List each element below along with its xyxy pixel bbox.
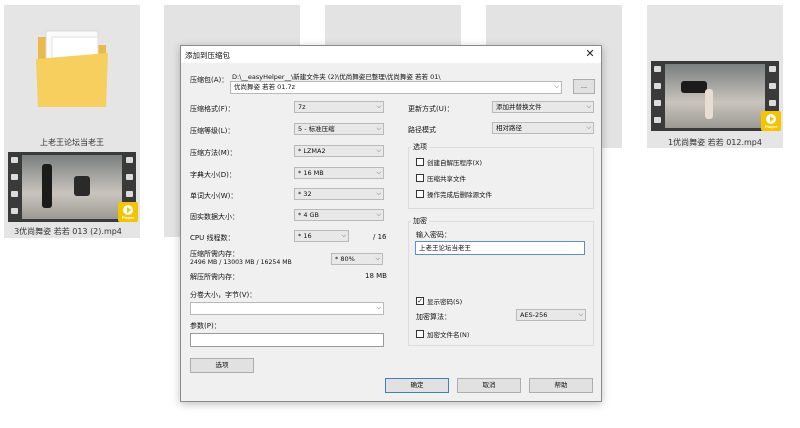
mem-usage-select[interactable]: * 80% ⌵ (331, 253, 383, 265)
player-icon: Player (118, 202, 138, 222)
solid-label: 固实数据大小： (190, 213, 239, 221)
solid-select[interactable]: * 4 GB ⌵ (294, 209, 384, 221)
path-label: 路径模式 (408, 126, 436, 134)
title-bar: 添加到压缩包 ✕ (181, 46, 601, 63)
level-label: 压缩等级(L)： (190, 127, 235, 135)
mem-decomp-value: 18 MB (365, 272, 387, 280)
player-icon: Player (761, 111, 781, 131)
password-label: 输入密码： (416, 231, 451, 239)
options-button[interactable]: 选项 (190, 358, 254, 373)
enc-method-select[interactable]: AES-256 ⌵ (516, 309, 586, 321)
params-label: 参数(P)： (190, 322, 221, 330)
word-select[interactable]: * 32 ⌵ (294, 188, 384, 200)
folder-tile[interactable]: 上老王论坛当老王 (4, 5, 140, 148)
method-select[interactable]: * LZMA2 ⌵ (294, 145, 384, 157)
mem-decomp-label: 解压所需内存： (190, 273, 239, 281)
update-label: 更新方式(U)： (408, 105, 454, 113)
cpu-select[interactable]: * 16 ⌵ (294, 230, 349, 242)
dict-label: 字典大小(D)： (190, 171, 236, 179)
video-file-name: 3优尚舞姿 若若 013 (2).mp4 (14, 227, 122, 236)
close-icon[interactable]: ✕ (584, 47, 596, 60)
browse-button[interactable]: ... (573, 79, 595, 94)
delete-after-checkbox[interactable]: 操作完成后删除源文件 (416, 189, 492, 199)
mem-comp-label: 压缩所需内存： (190, 250, 239, 258)
dict-select[interactable]: * 16 MB ⌵ (294, 167, 384, 179)
format-label: 压缩格式(F)： (190, 105, 235, 113)
split-combo[interactable]: ⌵ (190, 302, 384, 315)
ok-button[interactable]: 确定 (385, 378, 449, 393)
dialog-title: 添加到压缩包 (185, 51, 230, 60)
cancel-button[interactable]: 取消 (457, 378, 521, 393)
shared-checkbox[interactable]: 压缩共享文件 (416, 173, 466, 183)
path-select[interactable]: 相对路径 ⌵ (492, 122, 594, 134)
mem-comp-detail: 2496 MB / 13003 MB / 16254 MB (190, 259, 292, 266)
format-select[interactable]: 7z ⌵ (294, 101, 384, 113)
add-to-archive-dialog: 添加到压缩包 ✕ 压缩包(A)： D:\__easyHelper__\新建文件夹… (180, 45, 602, 402)
password-input[interactable]: 上老王论坛当老王 (415, 241, 585, 255)
video-tile[interactable]: Player 3优尚舞姿 若若 013 (2).mp4 (4, 148, 140, 238)
method-label: 压缩方法(M)： (190, 149, 237, 157)
folder-name: 上老王论坛当老王 (40, 138, 104, 147)
folder-icon (32, 23, 112, 113)
split-label: 分卷大小，字节(V)： (190, 291, 257, 299)
cpu-total: / 16 (373, 233, 387, 241)
sfx-checkbox[interactable]: 创建自解压程序(X) (416, 157, 482, 167)
encryption-group-title: 加密 (411, 216, 429, 226)
video-thumbnail: Player (651, 61, 781, 131)
video-thumbnail: Player (8, 152, 138, 222)
help-button[interactable]: 帮助 (529, 378, 593, 393)
show-password-checkbox[interactable]: ✓ 显示密码(S) (416, 296, 462, 306)
encrypt-names-checkbox[interactable]: 加密文件名(N) (416, 329, 469, 339)
params-input[interactable] (190, 333, 384, 347)
video-file-name: 1优尚舞姿 若若 012.mp4 (668, 138, 762, 147)
archive-label: 压缩包(A)： (190, 76, 229, 84)
video-tile-hidden[interactable] (325, 5, 461, 45)
level-select[interactable]: 5 - 标准压缩 ⌵ (294, 123, 384, 135)
update-select[interactable]: 添加并替换文件 ⌵ (492, 101, 594, 113)
archive-name-combo[interactable]: 优尚舞姿 若若 01.7z ⌵ (230, 81, 562, 94)
options-group-title: 选项 (411, 142, 429, 152)
word-label: 单词大小(W)： (190, 192, 238, 200)
enc-method-label: 加密算法： (416, 313, 451, 321)
video-tile[interactable]: Player 1优尚舞姿 若若 012.mp4 (647, 5, 783, 148)
archive-path-hint: D:\__easyHelper__\新建文件夹 (2)\优尚舞姿已整理\优尚舞姿… (232, 73, 441, 81)
cpu-label: CPU 线程数： (190, 234, 235, 242)
